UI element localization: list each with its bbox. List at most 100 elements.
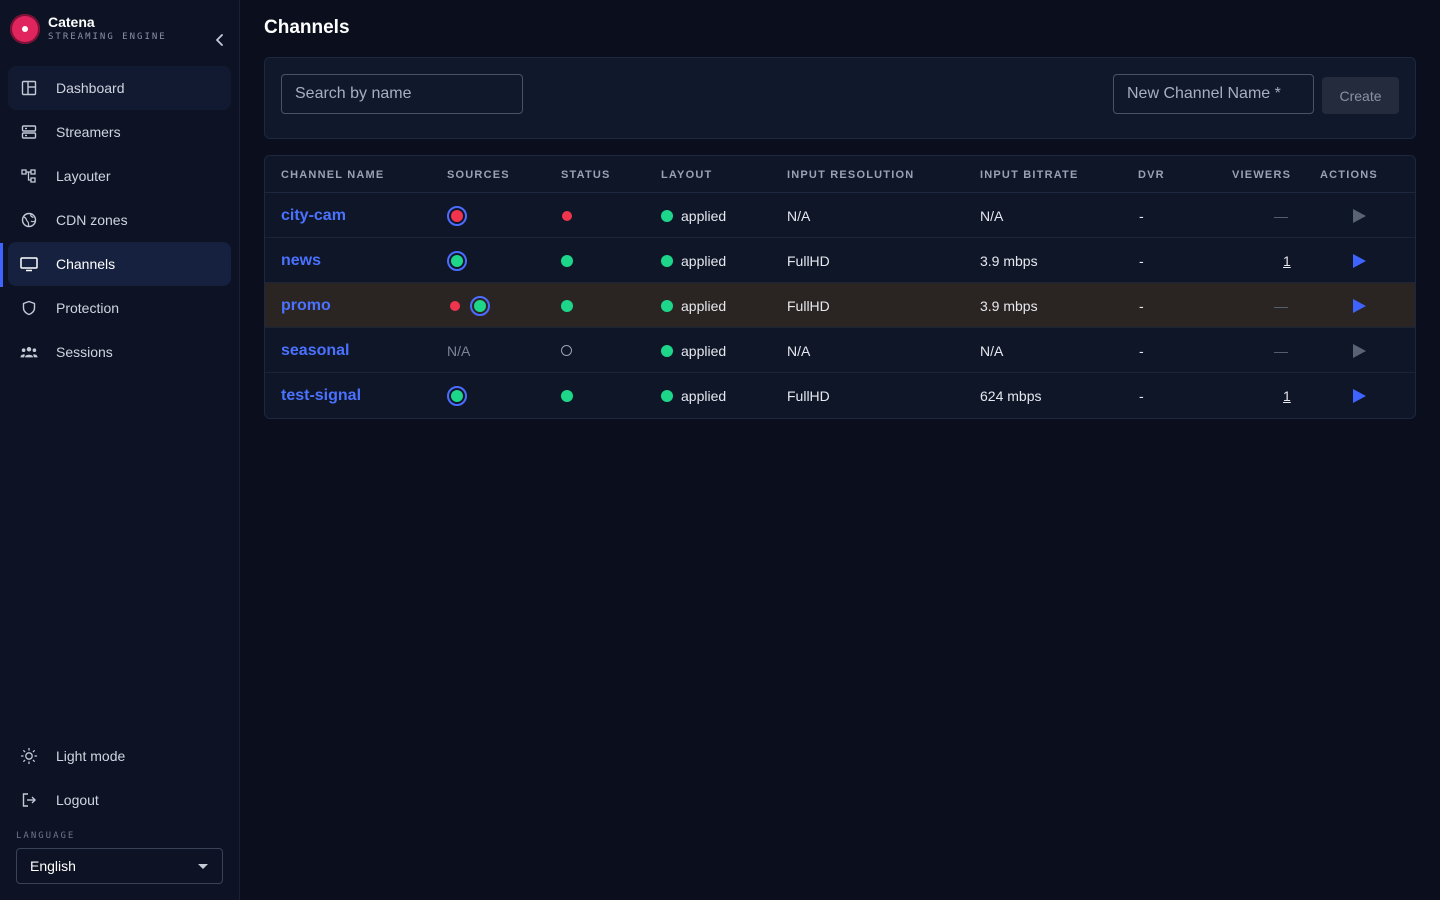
users-icon [20,343,38,361]
sidebar-bottom: Light mode Logout [8,734,231,822]
play-icon[interactable] [1353,253,1366,268]
channel-name-link[interactable]: seasonal [281,342,349,360]
dvr-value: - [1139,252,1144,269]
source-red-icon[interactable] [447,205,467,226]
input-resolution: FullHD [787,387,830,404]
sidebar-item-protection[interactable]: Protection [8,286,231,330]
table-row: promo applied FullHD 3.9 mbps - — [265,283,1415,328]
source-red-icon[interactable] [450,300,460,311]
input-bitrate: 624 mbps [980,387,1042,404]
header-viewers: VIEWERS [1232,169,1292,181]
light-mode-label: Light mode [56,748,126,764]
create-button[interactable]: Create [1322,77,1399,114]
sources-value: N/A [447,342,471,359]
play-icon[interactable] [1353,298,1366,313]
active-indicator [0,243,3,287]
table-row: city-cam applied N/A N/A - — [265,193,1415,238]
header-input-bitrate: INPUT BITRATE [980,169,1079,181]
channel-name-link[interactable]: test-signal [281,387,361,405]
input-bitrate: 3.9 mbps [980,297,1038,314]
source-green-icon[interactable] [447,250,467,271]
source-green-icon[interactable] [470,295,490,316]
sidebar-item-label: CDN zones [56,212,128,228]
viewers-count: — [1274,207,1288,224]
sidebar-item-label: Dashboard [56,80,125,96]
dvr-value: - [1139,387,1144,404]
input-bitrate: N/A [980,342,1004,359]
table-header: CHANNEL NAME SOURCES STATUS LAYOUT INPUT… [265,156,1415,193]
chevron-left-icon [216,34,223,46]
layout-status: applied [681,387,727,404]
status-red-icon [562,210,572,221]
brand-name: Catena [48,14,95,30]
page-title: Channels [264,17,350,38]
channel-name-link[interactable]: news [281,252,321,270]
header-dvr: DVR [1138,169,1165,181]
channels-table: CHANNEL NAME SOURCES STATUS LAYOUT INPUT… [264,155,1416,419]
input-resolution: FullHD [787,252,830,269]
layout-status: applied [681,342,727,359]
sources-cell [450,283,490,328]
sidebar-item-dashboard[interactable]: Dashboard [8,66,231,110]
layout-status: applied [681,252,727,269]
layout-green-icon [661,299,673,312]
viewers-count-link[interactable]: 1 [1283,388,1291,404]
dashboard-icon [20,79,38,97]
sidebar-item-label: Layouter [56,168,111,184]
sidebar: Catena STREAMING ENGINE Dashboard Stream… [0,0,240,900]
channel-name-link[interactable]: promo [281,297,331,315]
viewers-count-link[interactable]: 1 [1283,253,1291,269]
sidebar-item-layouter[interactable]: Layouter [8,154,231,198]
sidebar-item-label: Protection [56,300,120,316]
monitor-icon [20,255,38,273]
status-green-icon [561,389,573,402]
collapse-sidebar-button[interactable] [208,28,232,52]
input-bitrate: N/A [980,207,1004,224]
input-resolution: N/A [787,342,811,359]
sidebar-item-sessions[interactable]: Sessions [8,330,231,374]
sidebar-item-streamers[interactable]: Streamers [8,110,231,154]
layout-green-icon [661,254,673,267]
search-input[interactable] [281,74,523,114]
table-row: test-signal applied FullHD 624 mbps - 1 [265,373,1415,418]
input-bitrate: 3.9 mbps [980,252,1038,269]
sidebar-nav: Dashboard Streamers Layouter CDN zones C… [8,66,231,374]
layout-green-icon [661,344,673,357]
brand: Catena STREAMING ENGINE [10,12,230,46]
logout-button[interactable]: Logout [8,778,231,822]
source-green-icon[interactable] [447,385,467,406]
catena-logo-icon [10,14,40,44]
logout-icon [20,791,38,809]
language-select[interactable]: English [16,848,223,884]
sidebar-item-label: Streamers [56,124,121,140]
status-idle-icon [561,345,572,356]
table-row: seasonal N/A applied N/A N/A - — [265,328,1415,373]
header-status: STATUS [561,169,611,181]
sources-cell [447,373,467,418]
shield-icon [20,299,38,317]
header-layout: LAYOUT [661,169,713,181]
layout-status: applied [681,207,727,224]
sidebar-item-label: Sessions [56,344,113,360]
play-icon[interactable] [1353,388,1366,403]
viewers-count: — [1274,297,1288,314]
language-value: English [30,858,76,874]
header-input-resolution: INPUT RESOLUTION [787,169,915,181]
light-mode-toggle[interactable]: Light mode [8,734,231,778]
layout-green-icon [661,209,673,222]
new-channel-name-input[interactable] [1113,74,1314,114]
play-icon[interactable] [1353,343,1366,358]
sources-cell [447,238,467,283]
play-icon[interactable] [1353,208,1366,223]
header-sources: SOURCES [447,169,510,181]
channel-name-link[interactable]: city-cam [281,207,346,225]
language-label: LANGUAGE [16,831,76,841]
channels-toolbar: Create [264,57,1416,139]
input-resolution: FullHD [787,297,830,314]
sidebar-item-label: Channels [56,256,116,272]
sidebar-item-cdn-zones[interactable]: CDN zones [8,198,231,242]
sidebar-item-channels[interactable]: Channels [8,242,231,286]
layout-status: applied [681,297,727,314]
sun-icon [20,747,38,765]
status-green-icon [561,254,573,267]
